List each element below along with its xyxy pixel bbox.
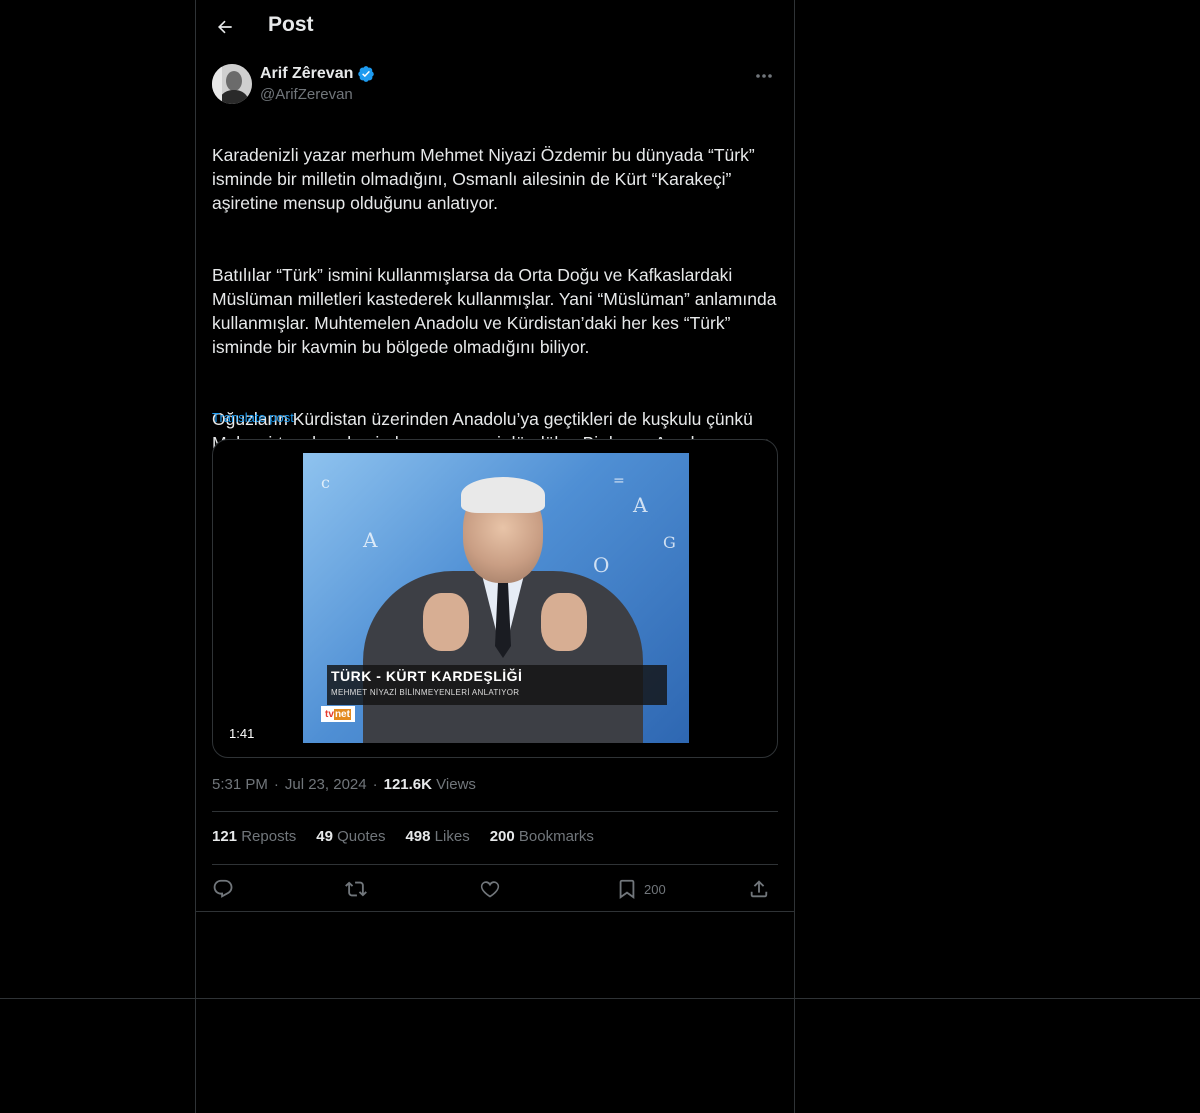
tweet-paragraph: Karadenizli yazar merhum Mehmet Niyazi Ö…	[212, 145, 755, 213]
likes-count: 498	[405, 828, 431, 845]
reposts-label: Reposts	[241, 828, 297, 845]
bg-letter-decoration: =	[613, 473, 625, 489]
author-display-name[interactable]: Arif Zêrevan	[260, 65, 353, 83]
post-author: Arif Zêrevan @ArifZerevan	[212, 64, 778, 108]
likes-stat[interactable]: 498 Likes	[405, 828, 469, 845]
more-options-button[interactable]	[750, 66, 778, 86]
post-time[interactable]: 5:31 PM	[212, 776, 268, 793]
divider	[196, 911, 794, 912]
divider	[0, 998, 1200, 999]
avatar-portrait-icon	[212, 64, 252, 104]
avatar[interactable]	[212, 64, 252, 104]
share-icon	[750, 880, 768, 898]
video-duration: 1:41	[223, 725, 261, 742]
page: Post Arif Zêrevan @ArifZerevan Karadeniz…	[0, 0, 1200, 1113]
speaker-hand-right	[541, 593, 587, 651]
repost-button[interactable]	[345, 877, 367, 901]
reposts-count: 121	[212, 828, 238, 845]
bookmarks-stat[interactable]: 200 Bookmarks	[490, 828, 594, 845]
video-player[interactable]: A c A O G = TÜRK - KÜRT KARDEŞLİĞİ MEHME…	[212, 439, 778, 758]
post-stats: 121 Reposts 49 Quotes 498 Likes 200 Book…	[212, 828, 594, 845]
speaker-hand-left	[423, 593, 469, 651]
video-thumbnail[interactable]: A c A O G = TÜRK - KÜRT KARDEŞLİĞİ MEHME…	[303, 453, 689, 743]
views-label: Views	[436, 776, 476, 793]
bookmarks-label: Bookmarks	[518, 828, 594, 845]
bg-letter-decoration: G	[663, 533, 676, 552]
quotes-label: Quotes	[337, 828, 386, 845]
likes-label: Likes	[434, 828, 470, 845]
repost-icon	[345, 881, 367, 897]
lower-third-subtitle: MEHMET NİYAZİ BİLİNMEYENLERİ ANLATIYOR	[331, 688, 520, 697]
channel-logo: tv net	[321, 706, 355, 722]
reply-button[interactable]	[212, 877, 234, 901]
bookmark-icon	[619, 879, 635, 899]
views-count: 121.6K	[383, 776, 432, 793]
lower-third-title: TÜRK - KÜRT KARDEŞLİĞİ	[331, 668, 523, 684]
meta-separator: ·	[372, 776, 378, 793]
bg-letter-decoration: A	[363, 528, 378, 552]
more-horizontal-icon	[756, 74, 772, 78]
bg-letter-decoration: A	[633, 493, 648, 517]
bg-letter-decoration: O	[593, 553, 610, 577]
share-button[interactable]	[748, 877, 770, 901]
logo-net-text: net	[333, 708, 351, 720]
post-header: Post	[196, 0, 794, 54]
logo-tv-text: tv	[325, 708, 334, 720]
quotes-stat[interactable]: 49 Quotes	[316, 828, 385, 845]
back-button[interactable]	[210, 12, 240, 42]
post-date[interactable]: Jul 23, 2024	[285, 776, 367, 793]
arrow-left-icon	[218, 20, 232, 34]
post-column: Post Arif Zêrevan @ArifZerevan Karadeniz…	[195, 0, 795, 1113]
bookmark-count: 200	[644, 881, 666, 897]
speaker-hair	[461, 477, 545, 513]
verified-badge-icon	[358, 66, 375, 82]
divider	[212, 864, 778, 865]
divider	[212, 811, 778, 812]
action-bar: 200	[212, 872, 778, 906]
heart-icon	[480, 881, 500, 898]
tweet-paragraph: Batılılar “Türk” ismini kullanmışlarsa d…	[212, 265, 777, 357]
bookmarks-count: 200	[489, 828, 515, 845]
post-meta: 5:31 PM · Jul 23, 2024 · 121.6K Views	[212, 776, 476, 793]
reposts-stat[interactable]: 121 Reposts	[212, 828, 296, 845]
page-title: Post	[268, 13, 314, 36]
bg-letter-decoration: c	[321, 473, 330, 492]
author-handle[interactable]: @ArifZerevan	[260, 86, 353, 103]
bookmark-button[interactable]: 200	[616, 877, 666, 901]
translate-post-link[interactable]: Translate post	[212, 410, 294, 425]
like-button[interactable]	[479, 877, 501, 901]
name-row: Arif Zêrevan	[260, 65, 375, 83]
meta-separator: ·	[273, 776, 279, 793]
reply-icon	[213, 879, 233, 898]
quotes-count: 49	[316, 828, 333, 845]
